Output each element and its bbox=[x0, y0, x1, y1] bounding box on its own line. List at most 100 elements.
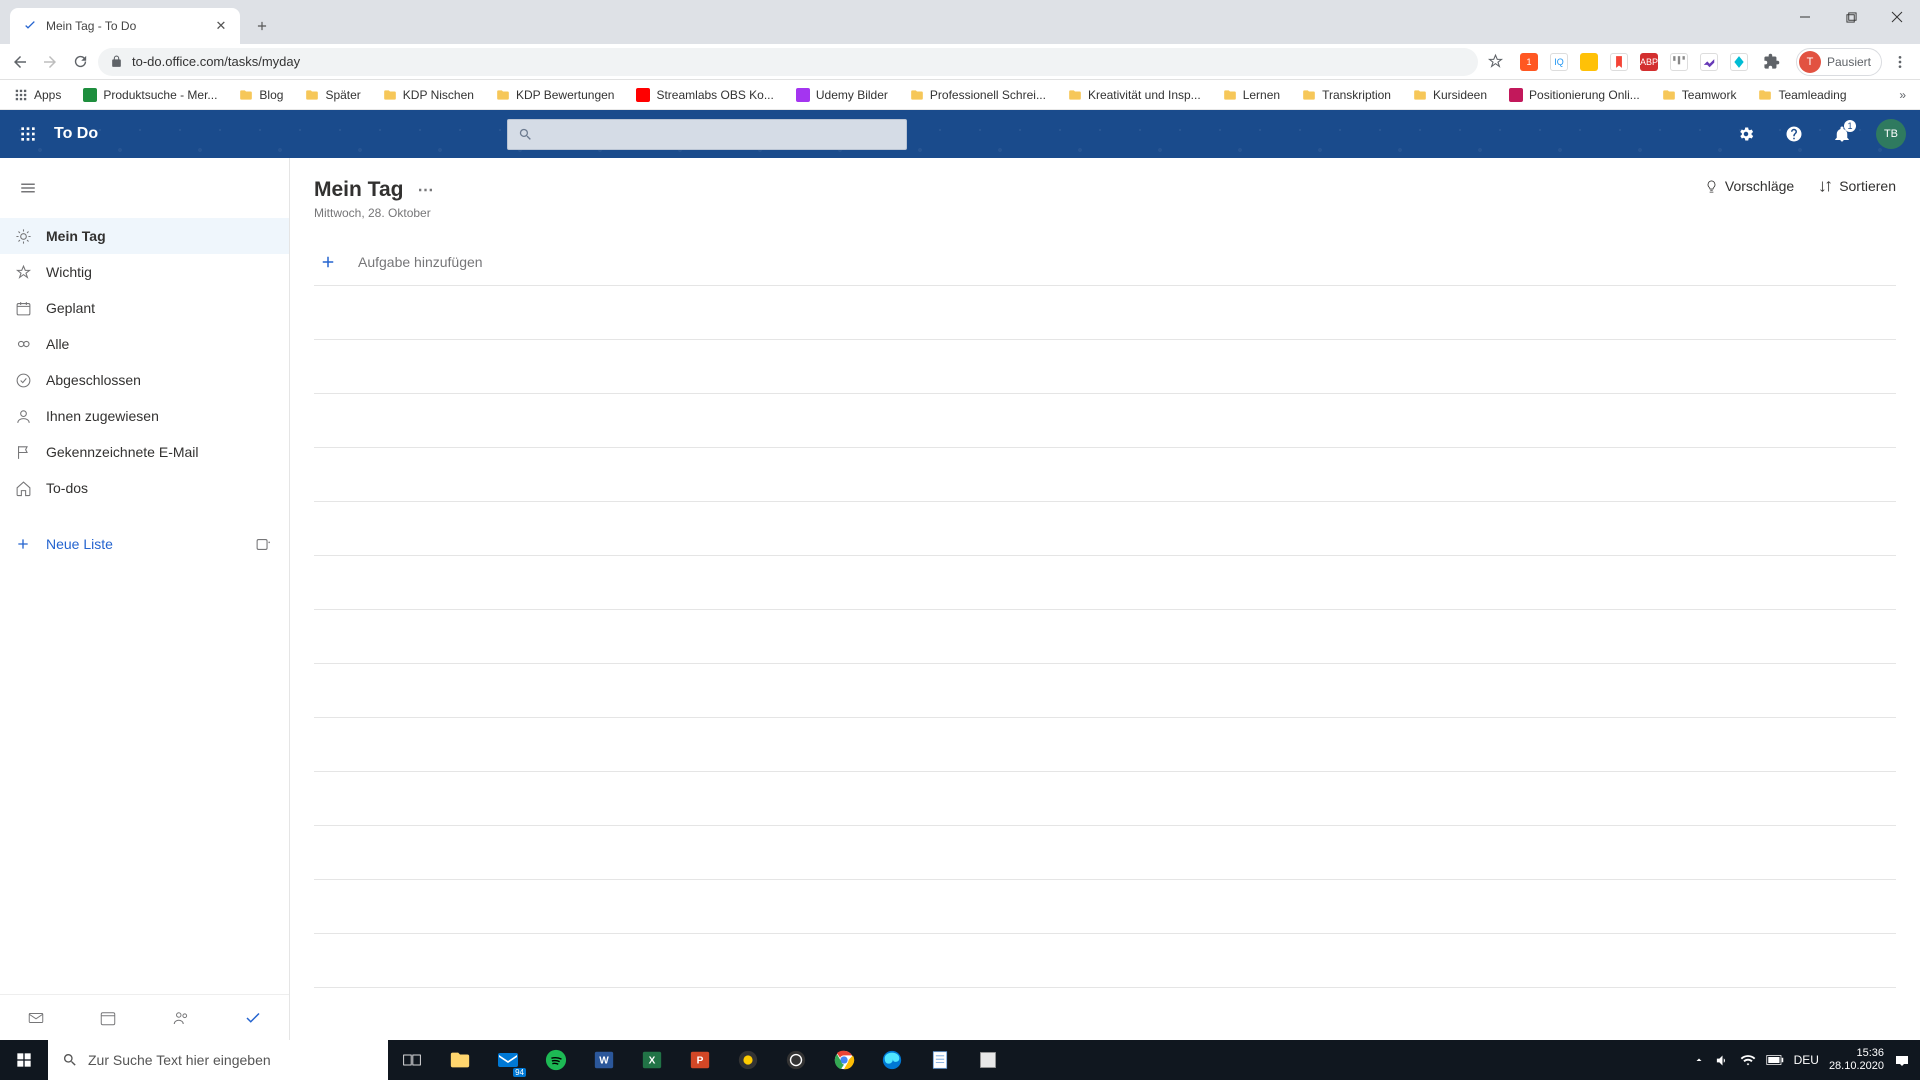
todo-check-icon[interactable] bbox=[233, 998, 273, 1038]
bookmark-folder[interactable]: Teamwork bbox=[1656, 84, 1743, 106]
settings-icon[interactable] bbox=[1726, 114, 1766, 154]
reload-button[interactable] bbox=[68, 50, 92, 74]
bookmark-item[interactable]: Streamlabs OBS Ko... bbox=[630, 84, 779, 106]
new-list-button[interactable]: Neue Liste bbox=[0, 535, 243, 553]
mail-icon[interactable] bbox=[16, 998, 56, 1038]
sidebar-item-alle[interactable]: Alle bbox=[0, 326, 289, 362]
search-icon bbox=[518, 127, 533, 142]
people-icon[interactable] bbox=[161, 998, 201, 1038]
more-options-icon[interactable]: ⋯ bbox=[417, 180, 435, 200]
folder-icon bbox=[1413, 88, 1427, 102]
sidebar-item-zugewiesen[interactable]: Ihnen zugewiesen bbox=[0, 398, 289, 434]
word-icon[interactable]: W bbox=[580, 1040, 628, 1080]
sort-button[interactable]: Sortieren bbox=[1818, 178, 1896, 194]
task-view-icon[interactable] bbox=[388, 1040, 436, 1080]
bookmark-label: KDP Nischen bbox=[403, 88, 474, 102]
extension-icon[interactable] bbox=[1610, 53, 1628, 71]
app-icon[interactable] bbox=[964, 1040, 1012, 1080]
bookmarks-overflow-icon[interactable]: » bbox=[1893, 84, 1912, 106]
bookmark-folder[interactable]: Transkription bbox=[1296, 84, 1397, 106]
spotify-icon[interactable] bbox=[532, 1040, 580, 1080]
app-launcher-icon[interactable] bbox=[8, 114, 48, 154]
sidebar-item-label: Mein Tag bbox=[46, 228, 106, 244]
bookmark-folder[interactable]: Lernen bbox=[1217, 84, 1286, 106]
extension-icon[interactable] bbox=[1580, 53, 1598, 71]
bookmark-label: Kreativität und Insp... bbox=[1088, 88, 1201, 102]
task-slot bbox=[314, 772, 1896, 826]
new-group-icon[interactable] bbox=[243, 524, 283, 564]
help-icon[interactable] bbox=[1774, 114, 1814, 154]
plus-icon bbox=[318, 252, 338, 272]
extension-icon[interactable]: ABP bbox=[1640, 53, 1658, 71]
windows-search[interactable]: Zur Suche Text hier eingeben bbox=[48, 1040, 388, 1080]
apps-button[interactable]: Apps bbox=[8, 84, 67, 106]
bookmark-folder[interactable]: KDP Nischen bbox=[377, 84, 480, 106]
extension-icon[interactable]: IQ bbox=[1550, 53, 1568, 71]
excel-icon[interactable]: X bbox=[628, 1040, 676, 1080]
user-avatar[interactable]: TB bbox=[1876, 119, 1906, 149]
app-brand[interactable]: To Do bbox=[54, 125, 98, 143]
edge-icon[interactable] bbox=[868, 1040, 916, 1080]
bookmark-folder[interactable]: KDP Bewertungen bbox=[490, 84, 621, 106]
back-button[interactable] bbox=[8, 50, 32, 74]
profile-chip[interactable]: T Pausiert bbox=[1796, 48, 1882, 76]
sidebar-item-todos[interactable]: To-dos bbox=[0, 470, 289, 506]
forward-button[interactable] bbox=[38, 50, 62, 74]
minimize-button[interactable] bbox=[1782, 0, 1828, 34]
action-center-icon[interactable] bbox=[1894, 1052, 1910, 1068]
sidebar-item-geplant[interactable]: Geplant bbox=[0, 290, 289, 326]
browser-tab[interactable]: Mein Tag - To Do ✕ bbox=[10, 8, 240, 44]
suggestions-button[interactable]: Vorschläge bbox=[1704, 178, 1794, 194]
app-body: Mein Tag Wichtig Geplant Alle Abgeschlos… bbox=[0, 158, 1920, 1040]
bookmark-item[interactable]: Produktsuche - Mer... bbox=[77, 84, 223, 106]
task-slot bbox=[314, 664, 1896, 718]
sidebar-item-wichtig[interactable]: Wichtig bbox=[0, 254, 289, 290]
folder-icon bbox=[910, 88, 924, 102]
extension-icon[interactable] bbox=[1670, 53, 1688, 71]
close-tab-icon[interactable]: ✕ bbox=[214, 19, 228, 33]
add-task-input[interactable]: Aufgabe hinzufügen bbox=[314, 238, 1896, 286]
volume-icon[interactable] bbox=[1715, 1053, 1730, 1068]
bookmark-folder[interactable]: Professionell Schrei... bbox=[904, 84, 1052, 106]
task-slot bbox=[314, 826, 1896, 880]
new-tab-button[interactable] bbox=[248, 12, 276, 40]
sidebar-item-abgeschlossen[interactable]: Abgeschlossen bbox=[0, 362, 289, 398]
task-slot bbox=[314, 934, 1896, 988]
bookmark-folder[interactable]: Teamleading bbox=[1752, 84, 1852, 106]
bookmark-folder[interactable]: Kursideen bbox=[1407, 84, 1493, 106]
address-bar[interactable]: to-do.office.com/tasks/myday bbox=[98, 48, 1478, 76]
wifi-icon[interactable] bbox=[1740, 1052, 1756, 1068]
notepad-icon[interactable] bbox=[916, 1040, 964, 1080]
calendar-footer-icon[interactable] bbox=[88, 998, 128, 1038]
bookmark-item[interactable]: Positionierung Onli... bbox=[1503, 84, 1646, 106]
mail-app-icon[interactable]: 94 bbox=[484, 1040, 532, 1080]
sidebar-item-email[interactable]: Gekennzeichnete E-Mail bbox=[0, 434, 289, 470]
extension-icon[interactable] bbox=[1730, 53, 1748, 71]
search-input[interactable] bbox=[507, 119, 907, 150]
battery-icon[interactable] bbox=[1766, 1054, 1784, 1066]
app-icon[interactable] bbox=[724, 1040, 772, 1080]
bookmark-folder[interactable]: Später bbox=[299, 84, 366, 106]
tray-chevron-icon[interactable] bbox=[1693, 1054, 1705, 1066]
close-window-button[interactable] bbox=[1874, 0, 1920, 34]
hamburger-icon[interactable] bbox=[8, 168, 48, 208]
chrome-icon[interactable] bbox=[820, 1040, 868, 1080]
bookmark-folder[interactable]: Kreativität und Insp... bbox=[1062, 84, 1207, 106]
start-button[interactable] bbox=[0, 1040, 48, 1080]
powerpoint-icon[interactable]: P bbox=[676, 1040, 724, 1080]
star-bookmark-icon[interactable] bbox=[1484, 50, 1508, 74]
notifications-icon[interactable] bbox=[1822, 114, 1862, 154]
bookmark-item[interactable]: Udemy Bilder bbox=[790, 84, 894, 106]
explorer-icon[interactable] bbox=[436, 1040, 484, 1080]
maximize-button[interactable] bbox=[1828, 0, 1874, 34]
language-indicator[interactable]: DEU bbox=[1794, 1053, 1819, 1067]
sidebar-item-mein-tag[interactable]: Mein Tag bbox=[0, 218, 289, 254]
bookmark-folder[interactable]: Blog bbox=[233, 84, 289, 106]
clock[interactable]: 15:36 28.10.2020 bbox=[1829, 1047, 1884, 1073]
extensions-puzzle-icon[interactable] bbox=[1760, 50, 1784, 74]
obs-icon[interactable] bbox=[772, 1040, 820, 1080]
extension-icon[interactable]: 1 bbox=[1520, 53, 1538, 71]
folder-icon bbox=[383, 88, 397, 102]
chrome-menu-icon[interactable] bbox=[1888, 50, 1912, 74]
extension-icon[interactable] bbox=[1700, 53, 1718, 71]
